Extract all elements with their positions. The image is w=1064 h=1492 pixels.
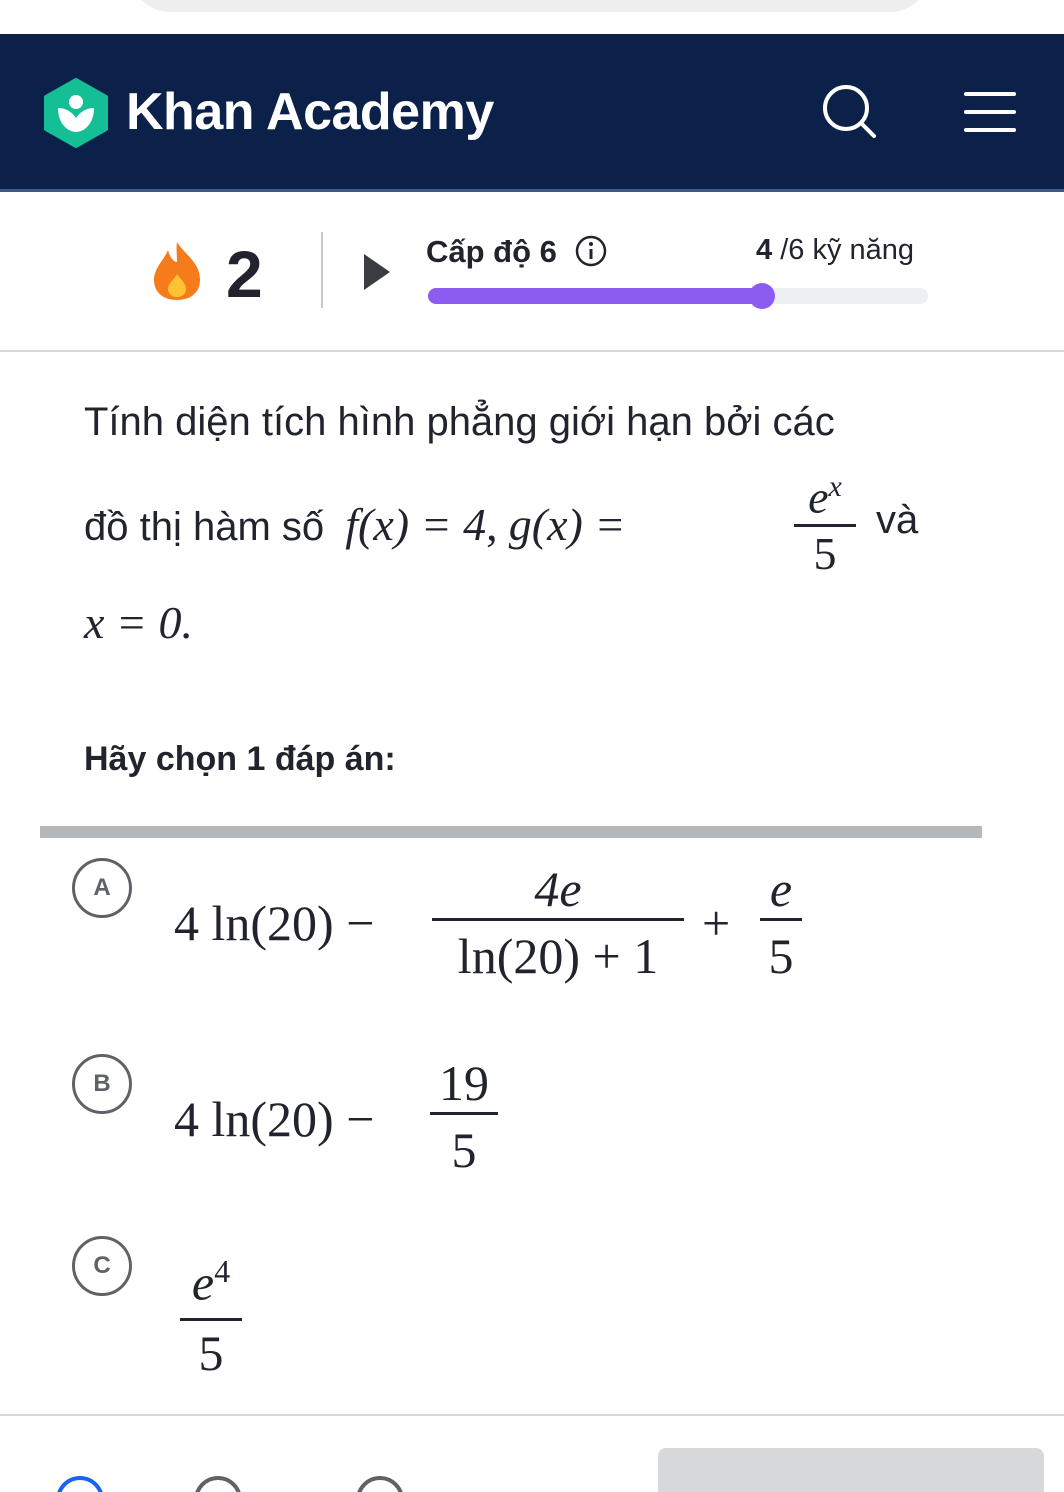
skills-counter: 4 /6 kỹ năng [756, 234, 914, 267]
f-expression: f(x) = 4 [345, 499, 487, 550]
search-icon[interactable] [818, 80, 882, 144]
choice-a-frac1-num: 4e [534, 861, 582, 917]
question-line-1: Tính diện tích hình phẳng giới hạn bởi c… [84, 400, 835, 444]
g-expression: g(x) = [508, 499, 626, 550]
choice-a-frac1-den: ln(20) + 1 [457, 928, 659, 984]
question-and-word: và [876, 498, 919, 542]
level-progress-fill [428, 288, 762, 304]
choice-a-lead[interactable]: 4 ln(20) − [174, 894, 374, 952]
bottom-toolbar-divider [0, 1414, 1064, 1416]
choice-a-plus[interactable]: + [702, 894, 730, 952]
choice-a-frac2-den: 5 [768, 928, 794, 984]
level-progress-knob [749, 283, 775, 309]
choice-a-fraction-2[interactable]: e 5 [760, 860, 802, 991]
g-fraction: ex 5 [794, 460, 856, 581]
hamburger-menu-icon[interactable] [962, 88, 1018, 138]
choice-c-fraction[interactable]: e4 5 [180, 1236, 242, 1385]
choices-divider [40, 826, 982, 838]
question-line-3: x = 0. [84, 597, 193, 648]
flame-icon [154, 242, 200, 300]
brand-name[interactable]: Khan Academy [126, 82, 494, 142]
level-progress-bar [428, 283, 928, 309]
choice-b-frac-num: 19 [439, 1055, 489, 1111]
play-icon[interactable] [362, 252, 392, 292]
choice-a-fraction-1[interactable]: 4e ln(20) + 1 [432, 860, 684, 991]
level-label: Cấp độ 6 [426, 234, 557, 269]
answer-prompt: Hãy chọn 1 đáp án: [84, 740, 396, 778]
choice-c-num-exponent: 4 [214, 1253, 231, 1289]
choice-b-radio[interactable]: B [72, 1054, 132, 1114]
choice-c-num-base: e [191, 1254, 215, 1311]
info-icon[interactable] [574, 234, 608, 268]
expression-separator: , [486, 499, 498, 550]
g-denominator: 5 [813, 528, 837, 580]
address-bar-edge [130, 0, 930, 12]
choice-b-fraction[interactable]: 19 5 [430, 1054, 498, 1185]
choice-b-frac-den: 5 [451, 1122, 477, 1178]
g-numerator-exponent: x [828, 470, 842, 503]
g-numerator-base: e [808, 471, 829, 523]
choice-c-radio[interactable]: C [72, 1236, 132, 1296]
streak-count: 2 [226, 237, 263, 311]
choice-a-frac2-num: e [769, 861, 793, 917]
skills-done: 4 [756, 234, 773, 266]
choice-a-radio[interactable]: A [72, 858, 132, 918]
khan-logo-icon[interactable] [42, 78, 110, 148]
question-text-prefix: đồ thị hàm số [84, 505, 325, 549]
check-answer-button[interactable] [658, 1448, 1044, 1492]
skills-total: /6 kỹ năng [772, 234, 915, 266]
bottom-toolbar-icons[interactable] [40, 1470, 640, 1492]
status-divider [321, 232, 323, 308]
browser-top-strip [0, 0, 1064, 34]
question-line-2: đồ thị hàm số f(x) = 4, g(x) = [84, 498, 625, 551]
choice-b-lead[interactable]: 4 ln(20) − [174, 1090, 374, 1148]
choice-c-frac-den: 5 [198, 1324, 224, 1381]
